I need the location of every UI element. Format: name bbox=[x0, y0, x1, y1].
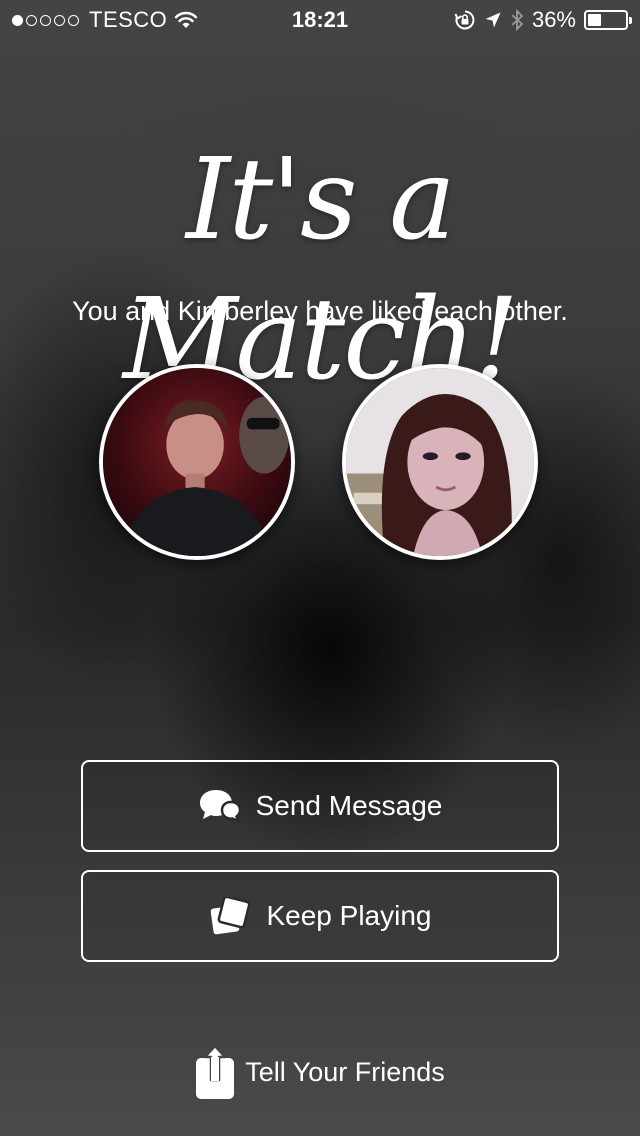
chat-bubbles-icon bbox=[198, 786, 242, 826]
battery-icon bbox=[584, 10, 632, 30]
battery-percent: 36% bbox=[531, 7, 576, 32]
battery-level bbox=[588, 14, 601, 26]
keep-playing-label: Keep Playing bbox=[266, 900, 432, 931]
user-photo bbox=[103, 368, 291, 556]
match-photo bbox=[346, 368, 534, 556]
cards-icon bbox=[208, 896, 252, 936]
rotation-lock-icon bbox=[454, 10, 475, 30]
my-profile-photo bbox=[99, 364, 295, 560]
send-message-label: Send Message bbox=[255, 790, 443, 821]
bluetooth-icon bbox=[511, 9, 524, 31]
send-message-button[interactable]: Send Message bbox=[81, 760, 559, 852]
keep-playing-button[interactable]: Keep Playing bbox=[81, 870, 559, 962]
match-profile-photo bbox=[342, 364, 538, 560]
tell-friends-label: Tell Your Friends bbox=[245, 1056, 445, 1087]
status-bar: TESCO 18:21 36% bbox=[0, 0, 640, 40]
location-arrow-icon bbox=[485, 12, 501, 28]
status-right: 36% bbox=[454, 7, 632, 33]
match-screen: TESCO 18:21 36% It's a Match! You and Ki… bbox=[0, 0, 640, 1136]
match-subtitle: You and Kimberley have liked each other. bbox=[72, 296, 568, 326]
match-title: It's a Match! bbox=[122, 135, 519, 405]
share-icon bbox=[196, 1044, 235, 1099]
tell-friends-button[interactable]: Tell Your Friends bbox=[0, 1044, 640, 1100]
